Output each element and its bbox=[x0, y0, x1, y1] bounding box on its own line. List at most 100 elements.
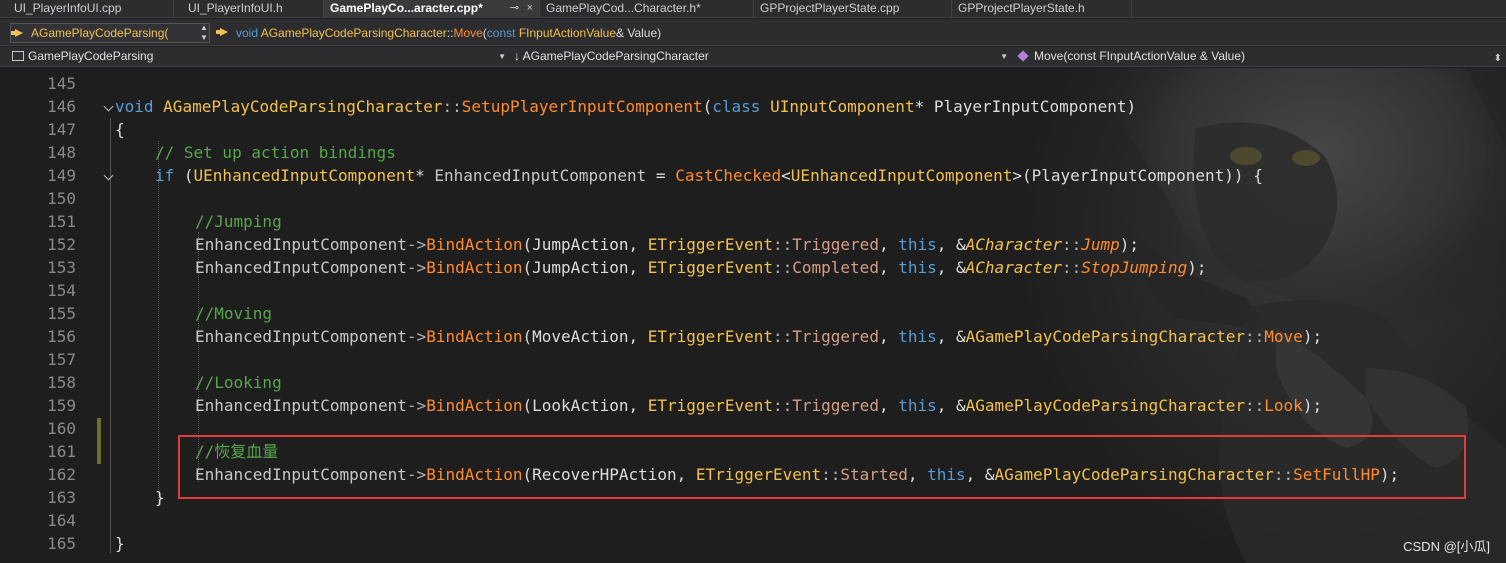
enum-value: Completed bbox=[792, 258, 879, 277]
keyword: if bbox=[155, 166, 175, 185]
indent-guide bbox=[158, 141, 159, 506]
code-line-147[interactable]: { bbox=[115, 118, 125, 141]
scope-spinner-icon[interactable]: ▲ ▼ bbox=[198, 23, 210, 43]
code-line-165[interactable]: } bbox=[115, 532, 125, 555]
fold-toggle-icon[interactable] bbox=[103, 103, 113, 113]
code-text: ); bbox=[1119, 235, 1140, 254]
project-icon bbox=[12, 51, 24, 61]
highlight-annotation-box bbox=[178, 435, 1466, 499]
class-name: AGamePlayCodeParsingCharacter bbox=[965, 396, 1246, 415]
tab-label: GPProjectPlayerState.h bbox=[958, 1, 1085, 15]
code-line-156[interactable]: EnhancedInputComponent->BindAction(MoveA… bbox=[195, 325, 1322, 348]
class-name: AGamePlayCodeParsingCharacter bbox=[965, 327, 1246, 346]
member-label: Move(const FInputActionValue & Value) bbox=[1034, 49, 1245, 63]
class-name: ACharacter bbox=[965, 258, 1062, 277]
tab-gpprojectplayerstate-cpp[interactable]: GPProjectPlayerState.cpp bbox=[754, 0, 952, 18]
brace: } bbox=[115, 534, 125, 553]
code-line-159[interactable]: EnhancedInputComponent->BindAction(LookA… bbox=[195, 394, 1322, 417]
code-text: * PlayerInputComponent) bbox=[914, 97, 1137, 116]
navigation-bar: GamePlayCodeParsing ▼ ↓ AGamePlayCodePar… bbox=[0, 47, 1506, 67]
keyword: this bbox=[898, 235, 937, 254]
tab-gameplay-character-cpp[interactable]: GamePlayCo...aracter.cpp* ⊸ × bbox=[324, 0, 540, 18]
type-name: UEnhancedInputComponent bbox=[790, 166, 1013, 185]
scope-op: :: bbox=[1061, 258, 1082, 277]
tab-ui-playerinfoui-cpp[interactable]: UI_PlayerInfoUI.cpp bbox=[0, 0, 174, 18]
enum-name: ETriggerEvent bbox=[647, 258, 773, 277]
context-member-label[interactable]: void AGamePlayCodeParsingCharacter::Move… bbox=[216, 23, 661, 43]
operator: -> bbox=[406, 396, 427, 415]
code-text: , & bbox=[936, 327, 966, 346]
enum-name: ETriggerEvent bbox=[647, 396, 773, 415]
code-text: * bbox=[415, 166, 435, 185]
variable: EnhancedInputComponent bbox=[195, 235, 407, 254]
pin-icon[interactable]: ⊸ bbox=[510, 0, 519, 17]
code-text: , bbox=[878, 235, 899, 254]
tab-gpprojectplayerstate-h[interactable]: GPProjectPlayerState.h bbox=[952, 0, 1132, 18]
code-line-158[interactable]: //Looking bbox=[195, 371, 282, 394]
close-icon[interactable]: × bbox=[527, 0, 533, 17]
line-number: 146 bbox=[47, 97, 76, 116]
comment: //Looking bbox=[195, 373, 282, 392]
line-number: 164 bbox=[47, 511, 76, 530]
context-scope-dropdown[interactable]: AGamePlayCodeParsing( bbox=[10, 23, 210, 43]
line-number: 165 bbox=[47, 534, 76, 553]
member-dropdown[interactable]: Move(const FInputActionValue & Value) bbox=[1012, 47, 1492, 66]
enum-value: Triggered bbox=[792, 327, 879, 346]
line-number: 155 bbox=[47, 304, 76, 323]
scope-op: :: bbox=[442, 97, 462, 116]
code-line-152[interactable]: EnhancedInputComponent->BindAction(JumpA… bbox=[195, 233, 1139, 256]
code-line-163[interactable]: } bbox=[155, 486, 165, 509]
tab-ui-playerinfoui-h[interactable]: UI_PlayerInfoUI.h bbox=[174, 0, 324, 18]
operator: -> bbox=[406, 327, 427, 346]
comment: //Moving bbox=[195, 304, 273, 323]
scope-op: :: bbox=[1245, 327, 1265, 346]
scope-op: :: bbox=[772, 258, 793, 277]
code-text: , & bbox=[936, 235, 966, 254]
variable: EnhancedInputComponent bbox=[195, 396, 407, 415]
line-number: 147 bbox=[47, 120, 76, 139]
code-line-153[interactable]: EnhancedInputComponent->BindAction(JumpA… bbox=[195, 256, 1206, 279]
line-number: 159 bbox=[47, 396, 76, 415]
code-line-155[interactable]: //Moving bbox=[195, 302, 272, 325]
line-number: 151 bbox=[47, 212, 76, 231]
line-number: 150 bbox=[47, 189, 76, 208]
code-line-146[interactable]: void AGamePlayCodeParsingCharacter::Setu… bbox=[115, 95, 1136, 118]
context-scope-label: AGamePlayCodeParsing( bbox=[31, 26, 169, 40]
project-dropdown[interactable]: GamePlayCodeParsing ▼ bbox=[0, 47, 510, 66]
code-editor[interactable]: 145 146 147 148 149 150 151 152 153 154 … bbox=[0, 68, 1506, 563]
code-text: (PlayerInputComponent)) { bbox=[1022, 166, 1263, 185]
line-number: 154 bbox=[47, 281, 76, 300]
member-name: Look bbox=[1264, 396, 1303, 415]
line-number: 156 bbox=[47, 327, 76, 346]
code-line-149[interactable]: if ( UEnhancedInputComponent * EnhancedInp… bbox=[155, 164, 1263, 187]
context-bar: AGamePlayCodeParsing( ▲ ▼ void AGamePlayC… bbox=[0, 19, 1506, 46]
code-line-151[interactable]: //Jumping bbox=[195, 210, 282, 233]
code-text: ( bbox=[174, 166, 194, 185]
line-number: 149 bbox=[47, 166, 76, 185]
variable: EnhancedInputComponent bbox=[195, 258, 407, 277]
code-line-148[interactable]: // Set up action bindings bbox=[155, 141, 396, 164]
enum-name: ETriggerEvent bbox=[647, 235, 773, 254]
arrow-right-icon bbox=[11, 29, 23, 37]
scope-dropdown[interactable]: ↓ AGamePlayCodeParsingCharacter ▼ bbox=[514, 47, 1012, 66]
code-text: , bbox=[878, 327, 899, 346]
scope-op: :: bbox=[1245, 396, 1265, 415]
code-text: ); bbox=[1302, 327, 1323, 346]
member-name: Jump bbox=[1081, 235, 1120, 254]
class-name: ACharacter bbox=[965, 235, 1062, 254]
split-scroll-icon[interactable]: ⬍ bbox=[1494, 49, 1502, 68]
context-func: Move bbox=[453, 26, 483, 40]
type-name: UInputComponent bbox=[770, 97, 915, 116]
class-name: AGamePlayCodeParsingCharacter bbox=[163, 97, 443, 116]
code-text: = bbox=[646, 166, 676, 185]
tab-gameplay-character-h[interactable]: GamePlayCod...Character.h* bbox=[540, 0, 754, 18]
enum-name: ETriggerEvent bbox=[647, 327, 773, 346]
line-number: 163 bbox=[47, 488, 76, 507]
tab-label: GPProjectPlayerState.cpp bbox=[760, 1, 900, 15]
indent-guide bbox=[110, 118, 111, 553]
fold-toggle-icon[interactable] bbox=[103, 172, 113, 182]
code-text: (LookAction, bbox=[522, 396, 648, 415]
function-name: SetupPlayerInputComponent bbox=[461, 97, 703, 116]
scope-op: :: bbox=[772, 235, 793, 254]
variable: EnhancedInputComponent bbox=[434, 166, 647, 185]
